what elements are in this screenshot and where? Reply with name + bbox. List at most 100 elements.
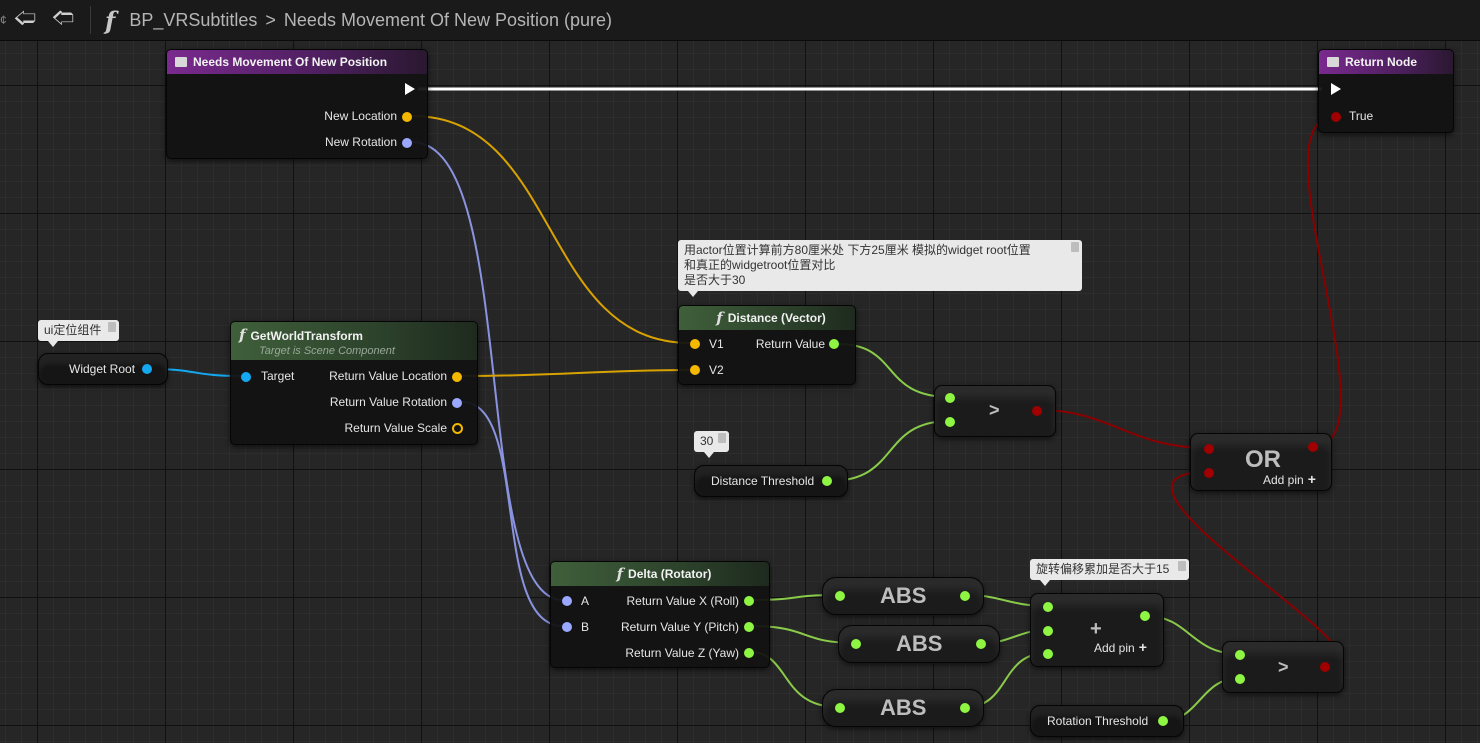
return-node-header: Return Node <box>1319 50 1453 74</box>
return-node[interactable]: Return Node True <box>1318 49 1454 133</box>
greater-input-b-pin[interactable] <box>945 417 955 427</box>
comment-collapse-icon[interactable] <box>108 322 117 332</box>
or-boolean-node[interactable]: OR Add pin + <box>1190 433 1332 491</box>
return-node-title: Return Node <box>1345 55 1417 69</box>
exec-input-pin[interactable] <box>1331 83 1341 95</box>
distance-threshold-comment: 30 <box>694 431 730 458</box>
new-rotation-pin[interactable] <box>402 138 412 148</box>
add-float-node[interactable]: + Add pin + <box>1030 593 1164 667</box>
add-output-pin[interactable] <box>1140 611 1150 621</box>
add-input-b-pin[interactable] <box>1043 626 1053 636</box>
yaw-output-pin[interactable] <box>744 648 754 658</box>
distance-comment: 用actor位置计算前方80厘米处 下方25厘米 模拟的widget root位… <box>678 240 1082 297</box>
widget-root-output-pin[interactable] <box>142 364 152 374</box>
get-world-transform-title: GetWorldTransform <box>250 328 363 343</box>
abs-output-pin[interactable] <box>960 703 970 713</box>
comment-collapse-icon[interactable] <box>718 433 727 443</box>
pin-label-return-rotation: Return Value Rotation <box>329 395 447 409</box>
pitch-output-pin[interactable] <box>744 622 754 632</box>
greater-than-node-rotation[interactable]: > <box>1222 641 1344 693</box>
greater-input-a-pin[interactable] <box>945 393 955 403</box>
pin-label-new-rotation: New Rotation <box>324 135 397 149</box>
abs-input-pin[interactable] <box>835 591 845 601</box>
wire-location-v2 <box>461 369 691 377</box>
abs-node-yaw[interactable]: ABS <box>822 689 984 727</box>
distance-title: Distance (Vector) <box>727 311 826 325</box>
add-node-add-pin[interactable]: Add pin + <box>1094 639 1147 655</box>
rotation-threshold-output-pin[interactable] <box>1158 716 1168 726</box>
function-entry-icon <box>175 57 187 67</box>
widget-root-label: Widget Root <box>69 362 136 376</box>
or-add-pin[interactable]: Add pin + <box>1263 471 1316 487</box>
or-input-b-pin[interactable] <box>1204 468 1214 478</box>
distance-header: f Distance (Vector) <box>679 306 855 330</box>
greater-symbol: > <box>989 400 1000 420</box>
distance-threshold-label: Distance Threshold <box>711 474 815 488</box>
greater-input-a-pin[interactable] <box>1235 650 1245 660</box>
comment-collapse-icon[interactable] <box>1178 561 1187 571</box>
or-output-pin[interactable] <box>1308 442 1318 452</box>
distance-return-pin[interactable] <box>829 339 839 349</box>
greater-input-b-pin[interactable] <box>1235 674 1245 684</box>
roll-output-pin[interactable] <box>744 596 754 606</box>
add-symbol: + <box>1090 618 1102 640</box>
pin-label-a: A <box>581 594 590 608</box>
abs-node-roll[interactable]: ABS <box>822 577 984 615</box>
or-symbol: OR <box>1245 446 1281 473</box>
delta-header: f Delta (Rotator) <box>551 562 769 586</box>
pin-label-new-location: New Location <box>324 109 397 123</box>
abs-node-pitch[interactable]: ABS <box>838 625 1000 663</box>
greater-output-pin[interactable] <box>1032 406 1042 416</box>
delta-rotator-node[interactable]: f Delta (Rotator) A B Return Value X (Ro… <box>550 561 770 668</box>
rotation-sum-comment: 旋转偏移累加是否大于15 <box>1030 559 1190 586</box>
plus-icon: + <box>1307 471 1316 487</box>
abs-output-pin[interactable] <box>960 591 970 601</box>
pin-label-pitch: Return Value Y (Pitch) <box>620 620 739 634</box>
add-input-c-pin[interactable] <box>1043 649 1053 659</box>
get-world-transform-node[interactable]: f GetWorldTransform Target is Scene Compo… <box>230 321 478 445</box>
pin-label-roll: Return Value X (Roll) <box>626 594 740 608</box>
greater-symbol: > <box>1278 657 1289 677</box>
rotation-threshold-label: Rotation Threshold <box>1047 714 1149 728</box>
new-location-pin[interactable] <box>402 112 412 122</box>
delta-a-input-pin[interactable] <box>562 596 572 606</box>
pin-label-v1: V1 <box>709 337 724 351</box>
abs-output-pin[interactable] <box>976 639 986 649</box>
abs-input-pin[interactable] <box>851 639 861 649</box>
abs-input-pin[interactable] <box>835 703 845 713</box>
pin-label-yaw: Return Value Z (Yaw) <box>625 646 739 660</box>
rotation-threshold-variable[interactable]: Rotation Threshold <box>1030 705 1184 737</box>
pin-label-distance-return: Return Value <box>755 337 825 351</box>
wire-greater-or <box>1039 409 1209 449</box>
plus-icon: + <box>1138 639 1147 655</box>
entry-node-header: Needs Movement Of New Position <box>167 50 427 74</box>
greater-output-pin[interactable] <box>1320 662 1330 672</box>
or-input-a-pin[interactable] <box>1204 444 1214 454</box>
entry-node-title: Needs Movement Of New Position <box>193 55 388 69</box>
greater-than-node-distance[interactable]: > <box>934 385 1056 437</box>
target-input-pin[interactable] <box>241 372 251 382</box>
widget-root-variable[interactable]: Widget Root <box>38 353 168 385</box>
return-rotation-pin[interactable] <box>452 398 462 408</box>
true-input-pin[interactable] <box>1331 112 1341 122</box>
distance-vector-node[interactable]: f Distance (Vector) V1 V2 Return Value <box>678 305 856 385</box>
pin-label-return-scale: Return Value Scale <box>344 421 447 435</box>
distance-threshold-variable[interactable]: Distance Threshold <box>694 465 848 497</box>
delta-title: Delta (Rotator) <box>628 567 712 581</box>
v2-input-pin[interactable] <box>690 365 700 375</box>
distance-threshold-output-pin[interactable] <box>822 476 832 486</box>
pin-label-target: Target <box>261 369 295 383</box>
comment-collapse-icon[interactable] <box>1071 242 1079 252</box>
get-world-transform-header: f GetWorldTransform Target is Scene Compo… <box>231 322 477 360</box>
return-location-pin[interactable] <box>452 372 462 382</box>
wire-threshold-greater <box>829 420 951 482</box>
return-scale-pin[interactable] <box>452 423 463 434</box>
function-icon: f <box>716 309 723 327</box>
wire-greater2-or <box>1171 471 1342 667</box>
function-entry-node[interactable]: Needs Movement Of New Position New Locat… <box>166 49 428 159</box>
v1-input-pin[interactable] <box>690 339 700 349</box>
abs-symbol: ABS <box>896 631 943 656</box>
exec-output-pin[interactable] <box>405 83 415 95</box>
delta-b-input-pin[interactable] <box>562 622 572 632</box>
add-input-a-pin[interactable] <box>1043 602 1053 612</box>
